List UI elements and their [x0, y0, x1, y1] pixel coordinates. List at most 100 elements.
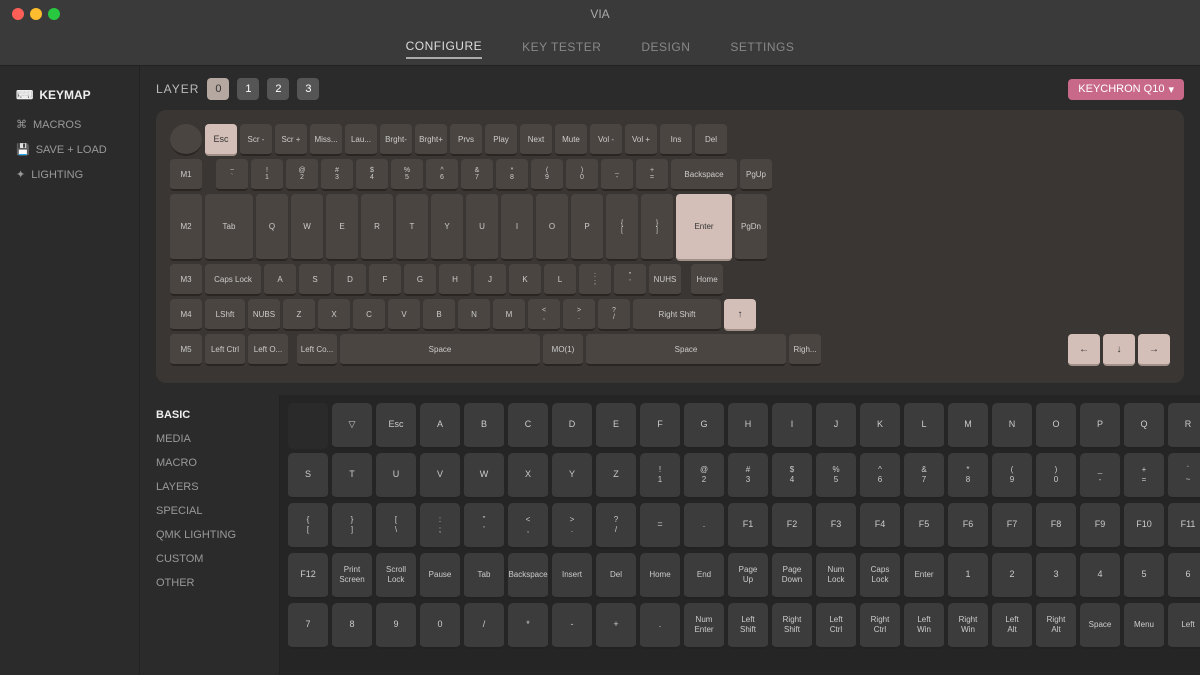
grid-key-left-g5[interactable]: Left — [1168, 603, 1200, 649]
key-esc[interactable]: Esc — [205, 124, 237, 156]
key-knob[interactable] — [170, 124, 202, 156]
nav-design[interactable]: DESIGN — [641, 36, 690, 58]
grid-key-b[interactable]: B — [464, 403, 504, 449]
grid-key-lt[interactable]: <, — [508, 503, 548, 549]
grid-key-gt[interactable]: >. — [552, 503, 592, 549]
grid-key-t[interactable]: T — [332, 453, 372, 499]
key-y[interactable]: Y — [431, 194, 463, 261]
bottom-nav-macro[interactable]: MACRO — [140, 451, 279, 475]
grid-key-z[interactable]: Z — [596, 453, 636, 499]
grid-key-n2[interactable]: 2 — [992, 553, 1032, 599]
grid-key-excl[interactable]: !1 — [640, 453, 680, 499]
grid-key-n8[interactable]: 8 — [332, 603, 372, 649]
key-lalt[interactable]: Left O... — [248, 334, 288, 366]
nav-settings[interactable]: SETTINGS — [730, 36, 794, 58]
key-slash[interactable]: ?/ — [598, 299, 630, 331]
grid-key-scrlock[interactable]: ScrollLock — [376, 553, 416, 599]
grid-key-c[interactable]: C — [508, 403, 548, 449]
key-tilde[interactable]: ~` — [216, 159, 248, 191]
key-lbracket[interactable]: {[ — [606, 194, 638, 261]
key-m5[interactable]: M5 — [170, 334, 202, 366]
grid-key-ast[interactable]: *8 — [948, 453, 988, 499]
key-m2[interactable]: M2 — [170, 194, 202, 261]
grid-key-menu[interactable]: Menu — [1124, 603, 1164, 649]
close-button[interactable] — [12, 8, 24, 20]
key-7[interactable]: &7 — [461, 159, 493, 191]
grid-key-esc[interactable]: Esc — [376, 403, 416, 449]
key-lctrl[interactable]: Left Ctrl — [205, 334, 245, 366]
grid-key-caret[interactable]: ^6 — [860, 453, 900, 499]
key-home[interactable]: Home — [691, 264, 723, 296]
key-1[interactable]: !1 — [251, 159, 283, 191]
grid-key-grave[interactable]: `~ — [1168, 453, 1200, 499]
key-rshift[interactable]: Right Shift — [633, 299, 721, 331]
grid-key-und[interactable]: _- — [1080, 453, 1120, 499]
key-d[interactable]: D — [334, 264, 366, 296]
grid-key-n4[interactable]: 4 — [1080, 553, 1120, 599]
grid-key-n6[interactable]: 6 — [1168, 553, 1200, 599]
key-k[interactable]: K — [509, 264, 541, 296]
layer-btn-3[interactable]: 3 — [297, 78, 319, 100]
grid-key-empty[interactable] — [288, 403, 328, 449]
key-v[interactable]: V — [388, 299, 420, 331]
grid-key-pause[interactable]: Pause — [420, 553, 460, 599]
bottom-nav-media[interactable]: MEDIA — [140, 427, 279, 451]
grid-key-home-g4[interactable]: Home — [640, 553, 680, 599]
grid-key-rcurl[interactable]: }] — [332, 503, 372, 549]
key-space-left[interactable]: Space — [340, 334, 540, 366]
grid-key-pct[interactable]: %5 — [816, 453, 856, 499]
grid-key-f10[interactable]: F10 — [1124, 503, 1164, 549]
key-b[interactable]: B — [423, 299, 455, 331]
grid-key-nminus[interactable]: - — [552, 603, 592, 649]
key-semicolon[interactable]: :; — [579, 264, 611, 296]
grid-key-f6[interactable]: F6 — [948, 503, 988, 549]
grid-key-p[interactable]: P — [1080, 403, 1120, 449]
key-comma[interactable]: <, — [528, 299, 560, 331]
key-w[interactable]: W — [291, 194, 323, 261]
key-enter[interactable]: Enter — [676, 194, 732, 261]
key-nuhs[interactable]: NUHS — [649, 264, 681, 296]
grid-key-e[interactable]: E — [596, 403, 636, 449]
grid-key-f1[interactable]: F1 — [728, 503, 768, 549]
grid-key-pgup-g4[interactable]: PageUp — [728, 553, 768, 599]
nav-configure[interactable]: CONFIGURE — [406, 35, 483, 59]
key-q[interactable]: Q — [256, 194, 288, 261]
key-mo1[interactable]: MO(1) — [543, 334, 583, 366]
grid-key-n5[interactable]: 5 — [1124, 553, 1164, 599]
grid-key-lp[interactable]: (9 — [992, 453, 1032, 499]
sidebar-lighting[interactable]: ✦ LIGHTING — [0, 162, 139, 187]
key-left[interactable]: ← — [1068, 334, 1100, 366]
key-vol-minus[interactable]: Vol - — [590, 124, 622, 156]
grid-key-ralt-g5[interactable]: RightAlt — [1036, 603, 1076, 649]
key-brght-minus[interactable]: Brght- — [380, 124, 412, 156]
grid-key-plus[interactable]: += — [1124, 453, 1164, 499]
key-0[interactable]: )0 — [566, 159, 598, 191]
grid-key-f5[interactable]: F5 — [904, 503, 944, 549]
grid-key-numlock[interactable]: NumLock — [816, 553, 856, 599]
grid-key-v[interactable]: V — [420, 453, 460, 499]
key-tab[interactable]: Tab — [205, 194, 253, 261]
key-pgup[interactable]: PgUp — [740, 159, 772, 191]
key-backspace[interactable]: Backspace — [671, 159, 737, 191]
key-4[interactable]: $4 — [356, 159, 388, 191]
grid-key-rshift-g5[interactable]: RightShift — [772, 603, 812, 649]
grid-key-end-g4[interactable]: End — [684, 553, 724, 599]
grid-key-i[interactable]: I — [772, 403, 812, 449]
key-right[interactable]: → — [1138, 334, 1170, 366]
layer-btn-0[interactable]: 0 — [207, 78, 229, 100]
key-z[interactable]: Z — [283, 299, 315, 331]
key-down[interactable]: ↓ — [1103, 334, 1135, 366]
grid-key-f11[interactable]: F11 — [1168, 503, 1200, 549]
keyboard-model-selector[interactable]: KEYCHRON Q10 ▾ — [1068, 79, 1184, 100]
key-minus[interactable]: _- — [601, 159, 633, 191]
key-m3[interactable]: M3 — [170, 264, 202, 296]
key-x[interactable]: X — [318, 299, 350, 331]
key-u[interactable]: U — [466, 194, 498, 261]
grid-key-dot[interactable]: . — [684, 503, 724, 549]
grid-key-m[interactable]: M — [948, 403, 988, 449]
grid-key-tab-g4[interactable]: Tab — [464, 553, 504, 599]
key-m1[interactable]: M1 — [170, 159, 202, 191]
key-2[interactable]: @2 — [286, 159, 318, 191]
grid-key-capslock[interactable]: CapsLock — [860, 553, 900, 599]
grid-key-f4[interactable]: F4 — [860, 503, 900, 549]
